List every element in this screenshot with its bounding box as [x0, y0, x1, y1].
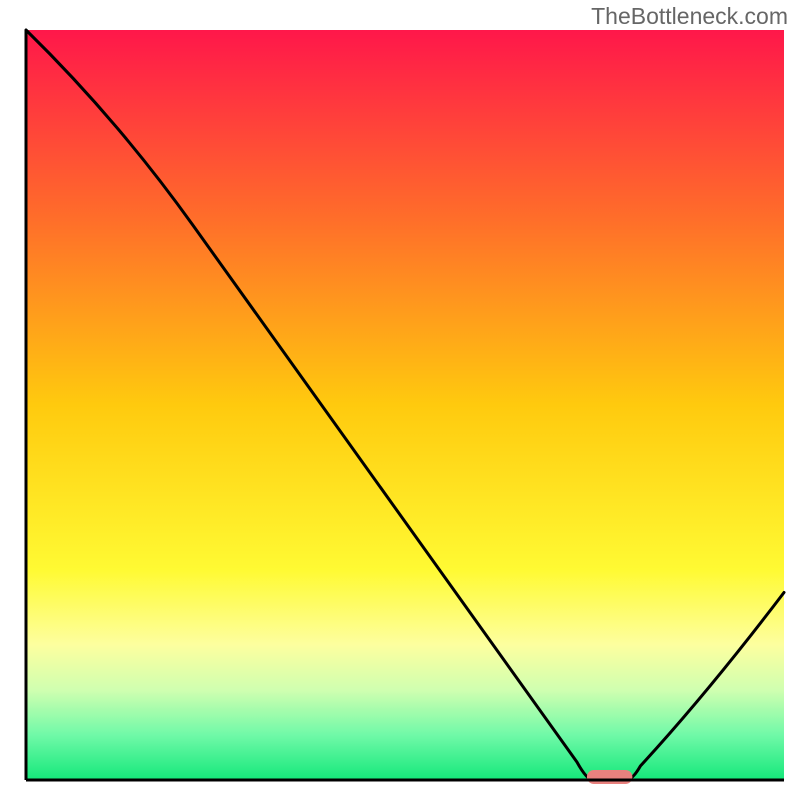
chart-plot: [0, 0, 800, 800]
optimal-range-marker: [587, 770, 632, 784]
watermark-text: TheBottleneck.com: [591, 3, 788, 30]
gradient-background: [26, 30, 784, 780]
chart-container: TheBottleneck.com: [0, 0, 800, 800]
